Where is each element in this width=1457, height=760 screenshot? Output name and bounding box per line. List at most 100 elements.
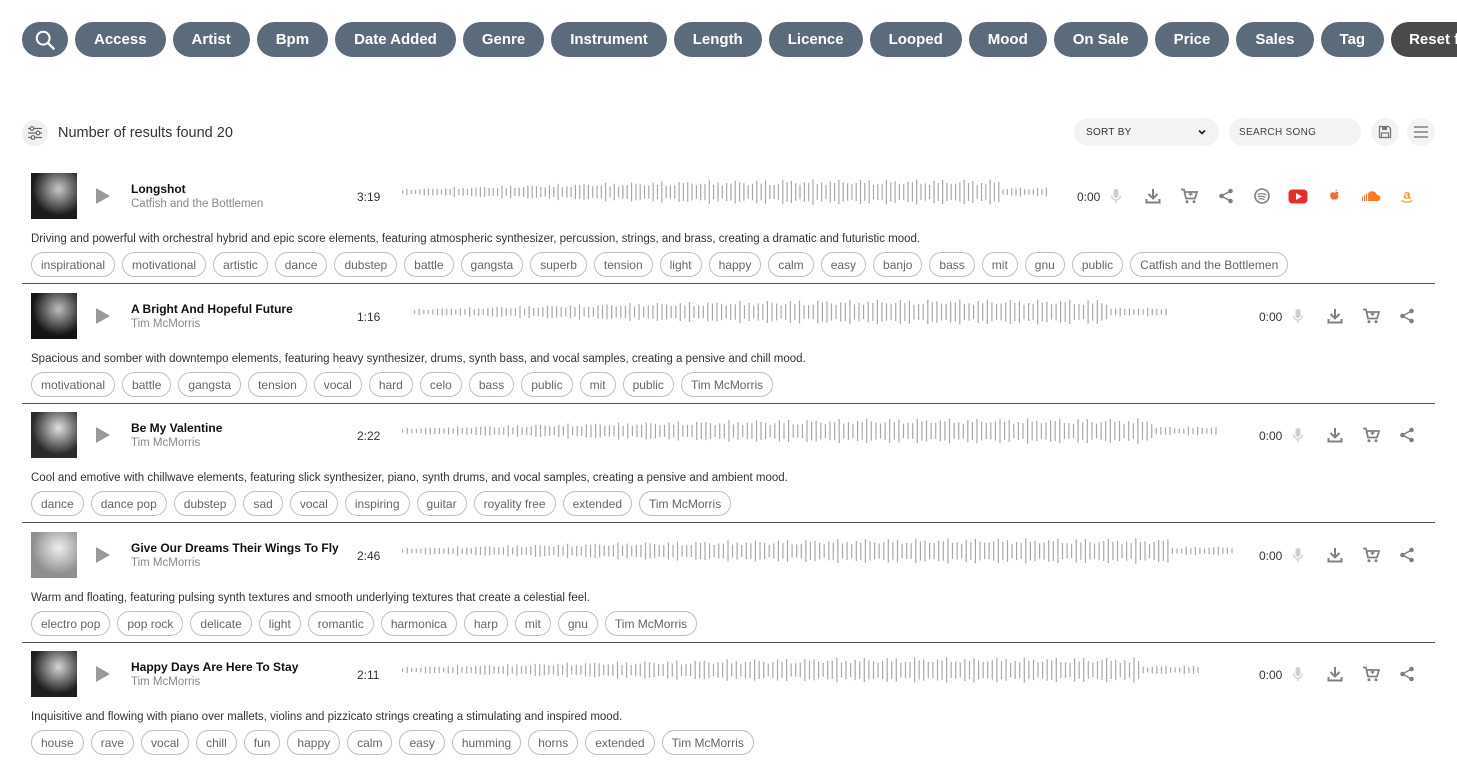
- tag-chip[interactable]: dubstep: [334, 252, 398, 277]
- track-artist[interactable]: Tim McMorris: [131, 318, 200, 330]
- tag-chip[interactable]: dance: [31, 491, 84, 516]
- tag-chip[interactable]: tension: [593, 252, 653, 277]
- play-button[interactable]: [94, 425, 112, 445]
- waveform[interactable]: [414, 297, 1170, 327]
- tag-chip[interactable]: humming: [451, 730, 522, 755]
- tag-chip[interactable]: rave: [90, 730, 135, 755]
- tag-chip[interactable]: gangsta: [460, 252, 524, 277]
- track-title[interactable]: Longshot: [131, 182, 186, 196]
- save-button[interactable]: [1371, 118, 1399, 146]
- tag-chip[interactable]: chill: [196, 730, 237, 755]
- tag-chip[interactable]: light: [258, 611, 301, 636]
- tag-chip[interactable]: calm: [347, 730, 393, 755]
- track-title[interactable]: A Bright And Hopeful Future: [131, 302, 293, 316]
- tag-chip[interactable]: dance pop: [90, 491, 167, 516]
- tag-chip[interactable]: hard: [368, 372, 413, 397]
- tag-chip[interactable]: pop rock: [117, 611, 184, 636]
- track-artist[interactable]: Catfish and the Bottlemen: [131, 198, 263, 210]
- tag-chip[interactable]: gnu: [1024, 252, 1065, 277]
- tag-chip[interactable]: bass: [468, 372, 515, 397]
- track-artist[interactable]: Tim McMorris: [131, 676, 200, 688]
- download-button[interactable]: [1325, 306, 1345, 326]
- tag-chip[interactable]: inspirational: [31, 252, 116, 277]
- tag-chip[interactable]: mit: [981, 252, 1018, 277]
- add-to-cart-button[interactable]: [1179, 186, 1199, 206]
- tag-chip[interactable]: mit: [514, 611, 551, 636]
- tag-chip[interactable]: gangsta: [178, 372, 242, 397]
- list-view-button[interactable]: [1407, 118, 1435, 146]
- search-song-input[interactable]: [1229, 118, 1361, 146]
- filter-length[interactable]: Length: [673, 22, 762, 57]
- download-button[interactable]: [1325, 425, 1345, 445]
- filter-instrument[interactable]: Instrument: [551, 22, 667, 57]
- filter-date-added[interactable]: Date Added: [335, 22, 456, 57]
- tag-chip[interactable]: easy: [399, 730, 445, 755]
- tag-chip[interactable]: banjo: [873, 252, 923, 277]
- filter-licence[interactable]: Licence: [768, 22, 863, 57]
- tag-chip[interactable]: light: [659, 252, 702, 277]
- filter-bpm[interactable]: Bpm: [256, 22, 329, 57]
- tag-chip[interactable]: public: [622, 372, 674, 397]
- tag-chip[interactable]: romantic: [307, 611, 374, 636]
- track-title[interactable]: Be My Valentine: [131, 421, 222, 435]
- sort-by-select[interactable]: SORT BY: [1074, 118, 1219, 146]
- search-button[interactable]: [22, 22, 68, 57]
- play-button[interactable]: [94, 545, 112, 565]
- vocal-button[interactable]: [1288, 425, 1308, 445]
- filter-price[interactable]: Price: [1154, 22, 1230, 57]
- tag-chip[interactable]: house: [31, 730, 84, 755]
- tag-chip[interactable]: dance: [274, 252, 328, 277]
- tag-chip[interactable]: vocal: [141, 730, 190, 755]
- tag-chip[interactable]: dubstep: [173, 491, 237, 516]
- filter-sales[interactable]: Sales: [1236, 22, 1314, 57]
- tag-chip[interactable]: Tim McMorris: [661, 730, 754, 755]
- tag-chip[interactable]: extended: [562, 491, 632, 516]
- track-artist[interactable]: Tim McMorris: [131, 557, 200, 569]
- add-to-cart-button[interactable]: [1361, 545, 1381, 565]
- tag-chip[interactable]: vocal: [313, 372, 362, 397]
- filter-access[interactable]: Access: [75, 22, 166, 57]
- tag-chip[interactable]: sad: [243, 491, 283, 516]
- add-to-cart-button[interactable]: [1361, 664, 1381, 684]
- track-title[interactable]: Happy Days Are Here To Stay: [131, 660, 298, 674]
- tag-chip[interactable]: public: [1071, 252, 1124, 277]
- download-button[interactable]: [1325, 545, 1345, 565]
- tag-chip[interactable]: motivational: [122, 252, 207, 277]
- amazon-link[interactable]: a: [1397, 186, 1417, 206]
- tag-chip[interactable]: public: [521, 372, 573, 397]
- tag-chip[interactable]: Tim McMorris: [604, 611, 698, 636]
- tag-chip[interactable]: horns: [528, 730, 579, 755]
- filter-tag[interactable]: Tag: [1320, 22, 1385, 57]
- track-artist[interactable]: Tim McMorris: [131, 437, 200, 449]
- filter-settings-button[interactable]: [22, 120, 48, 146]
- tag-chip[interactable]: fun: [243, 730, 281, 755]
- add-to-cart-button[interactable]: [1361, 306, 1381, 326]
- tag-chip[interactable]: delicate: [190, 611, 252, 636]
- filter-genre[interactable]: Genre: [462, 22, 545, 57]
- play-button[interactable]: [94, 306, 112, 326]
- tag-chip[interactable]: extended: [585, 730, 655, 755]
- vocal-button[interactable]: [1288, 664, 1308, 684]
- vocal-button[interactable]: [1288, 545, 1308, 565]
- apple-music-link[interactable]: [1325, 186, 1345, 206]
- play-button[interactable]: [94, 664, 112, 684]
- tag-chip[interactable]: vocal: [289, 491, 338, 516]
- share-button[interactable]: [1216, 186, 1236, 206]
- tag-chip[interactable]: battle: [122, 372, 172, 397]
- tag-chip[interactable]: battle: [404, 252, 454, 277]
- download-button[interactable]: [1325, 664, 1345, 684]
- tag-chip[interactable]: harp: [463, 611, 508, 636]
- tag-chip[interactable]: guitar: [416, 491, 467, 516]
- tag-chip[interactable]: easy: [820, 252, 867, 277]
- tag-chip[interactable]: happy: [287, 730, 341, 755]
- share-button[interactable]: [1397, 306, 1417, 326]
- spotify-link[interactable]: [1252, 186, 1272, 206]
- vocal-button[interactable]: [1288, 306, 1308, 326]
- add-to-cart-button[interactable]: [1361, 425, 1381, 445]
- play-button[interactable]: [94, 186, 112, 206]
- tag-chip[interactable]: inspiring: [344, 491, 410, 516]
- tag-chip[interactable]: Tim McMorris: [680, 372, 774, 397]
- share-button[interactable]: [1397, 664, 1417, 684]
- reset-filter-button[interactable]: Reset filter: [1391, 22, 1457, 57]
- tag-chip[interactable]: calm: [768, 252, 814, 277]
